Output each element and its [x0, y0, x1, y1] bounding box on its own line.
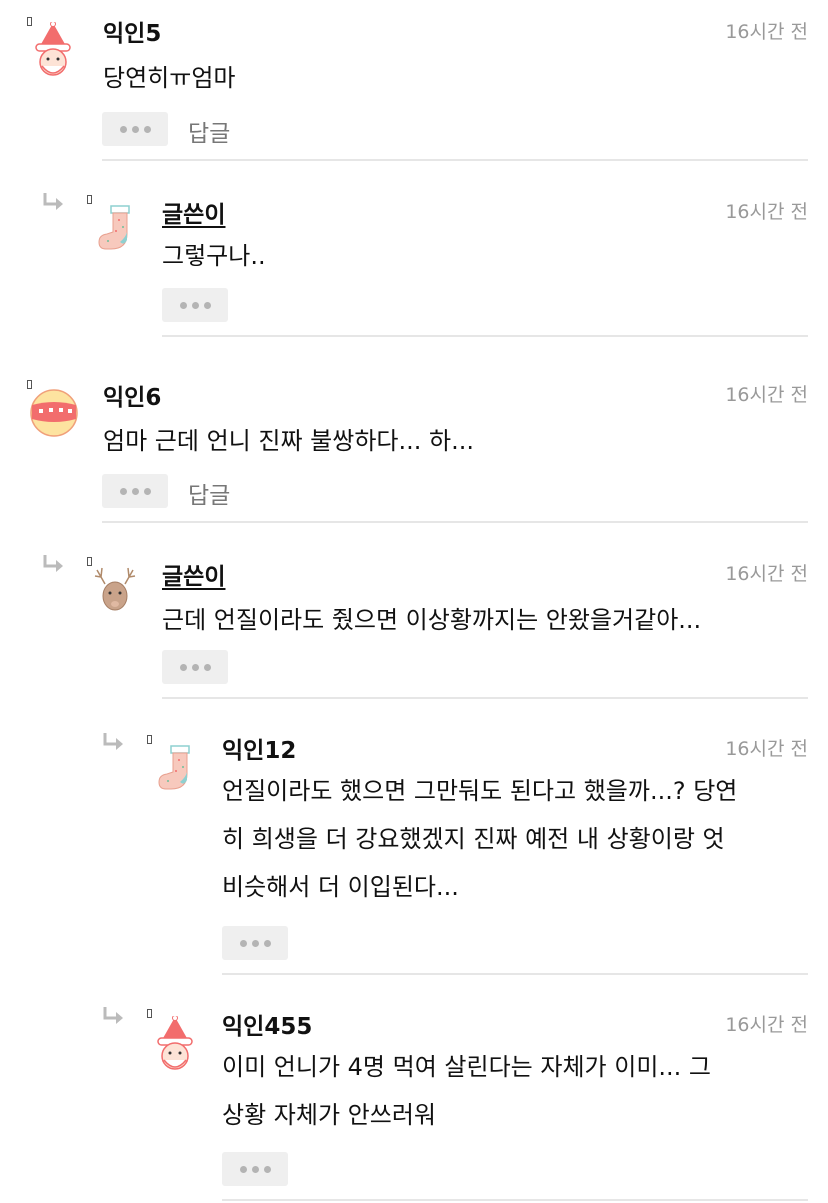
comment-time: 16시간 전	[725, 21, 808, 43]
comment-line: 이미 언니가 4명 먹여 살린다는 자체가 이미... 그	[222, 1053, 711, 1081]
comment-author[interactable]: 익인6	[103, 378, 161, 412]
comment-time: 16시간 전	[725, 738, 808, 760]
reply-arrow-icon	[43, 193, 63, 210]
stocking-icon	[158, 745, 190, 790]
comment-line: 당연히ㅠ엄마	[103, 64, 236, 92]
comment-time: 16시간 전	[725, 384, 808, 406]
comment-4: 글쓴이 16시간 전 근데 언질이라도 줬으면 이상황까지는 안왔을거같아...	[0, 524, 828, 704]
comment-5: 익인12 16시간 전 언질이라도 했으면 그만둬도 된다고 했을까...? 당…	[0, 704, 828, 980]
divider	[102, 159, 808, 161]
comment-line: 엄마 근데 언니 진짜 불쌍하다... 하...	[103, 427, 474, 455]
comment-text: 당연히ㅠ엄마	[103, 54, 235, 102]
comment-1: 익인5 16시간 전 당연히ㅠ엄마 답글	[0, 0, 828, 162]
more-options-button[interactable]	[102, 474, 168, 508]
stocking-icon	[98, 205, 130, 250]
comment-line: 비슷해서 더 이입된다...	[222, 873, 459, 901]
comment-author[interactable]: 익인5	[103, 14, 161, 48]
reply-arrow-icon	[103, 733, 123, 750]
comment-time: 16시간 전	[725, 563, 808, 585]
marker-icon	[87, 557, 92, 566]
divider	[222, 1199, 808, 1201]
comment-time: 16시간 전	[725, 1014, 808, 1036]
comment-author[interactable]: 글쓴이	[162, 557, 225, 591]
comment-text: 이미 언니가 4명 먹여 살린다는 자체가 이미... 그 상황 자체가 안쓰러…	[222, 1043, 711, 1139]
reply-link[interactable]: 답글	[188, 476, 230, 510]
comment-text: 근데 언질이라도 줬으면 이상황까지는 안왔을거같아...	[162, 596, 701, 644]
more-options-button[interactable]	[162, 288, 228, 322]
comment-line: 그렇구나..	[162, 242, 266, 270]
ornament-icon	[30, 389, 78, 437]
comment-6: 익인455 16시간 전 이미 언니가 4명 먹여 살린다는 자체가 이미...…	[0, 980, 828, 1203]
more-options-button[interactable]	[162, 650, 228, 684]
reply-link[interactable]: 답글	[188, 114, 230, 148]
comment-3: 익인6 16시간 전 엄마 근데 언니 진짜 불쌍하다... 하... 답글	[0, 362, 828, 524]
marker-icon	[87, 195, 92, 204]
more-options-button[interactable]	[102, 112, 168, 146]
santa-icon	[157, 1016, 193, 1070]
comment-author[interactable]: 익인455	[222, 1007, 312, 1041]
reply-arrow-icon	[103, 1007, 123, 1024]
marker-icon	[147, 1009, 152, 1018]
more-options-button[interactable]	[222, 926, 288, 960]
comment-author[interactable]: 익인12	[222, 731, 296, 765]
comment-text: 그렇구나..	[162, 232, 266, 280]
comment-text: 언질이라도 했으면 그만둬도 된다고 했을까...? 당연 히 희생을 더 강요…	[222, 767, 737, 911]
reply-arrow-icon	[43, 555, 63, 572]
comment-2: 글쓴이 16시간 전 그렇구나..	[0, 162, 828, 342]
comment-line: 근데 언질이라도 줬으면 이상황까지는 안왔을거같아...	[162, 606, 702, 634]
divider	[222, 973, 808, 975]
comment-text: 엄마 근데 언니 진짜 불쌍하다... 하...	[103, 417, 474, 465]
comment-line: 히 희생을 더 강요했겠지 진짜 예전 내 상황이랑 엇	[222, 825, 725, 853]
more-options-button[interactable]	[222, 1152, 288, 1186]
divider	[102, 521, 808, 523]
marker-icon	[147, 735, 152, 744]
divider	[162, 335, 808, 337]
comment-line: 상황 자체가 안쓰러워	[222, 1101, 436, 1129]
comment-line: 언질이라도 했으면 그만둬도 된다고 했을까...? 당연	[222, 777, 738, 805]
divider	[162, 697, 808, 699]
comment-time: 16시간 전	[725, 201, 808, 223]
reindeer-icon	[94, 567, 136, 611]
comment-author[interactable]: 글쓴이	[162, 195, 225, 229]
santa-icon	[35, 22, 71, 76]
